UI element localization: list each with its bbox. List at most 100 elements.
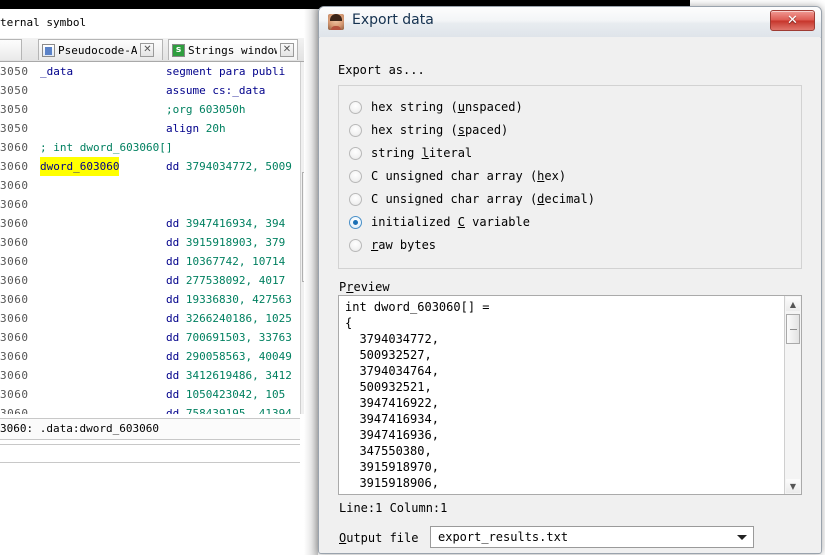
disassembly-line[interactable]: 3050 ;org 603050h — [0, 100, 318, 119]
disassembly-line[interactable]: 3060 dd 700691503, 33763 — [0, 328, 318, 347]
ida-tab-bar: ✕ Pseudocode-A ✕ s Strings window ✕ — [0, 38, 320, 62]
line-code: dd 277538092, 4017 — [166, 274, 286, 287]
radio-option-4[interactable]: C unsigned char array (decimal) — [349, 188, 595, 210]
line-code: dd 290058563, 40049 — [166, 350, 292, 363]
radio-button[interactable] — [349, 169, 362, 183]
chevron-down-icon[interactable] — [737, 535, 747, 540]
line-code: dd 3412619486, 3412 — [166, 369, 292, 382]
line-code: dd 3794034772, 5009 — [166, 160, 292, 173]
line-address: 3060 — [0, 388, 29, 401]
preview-text: int dword_603060[] = { 3794034772, 50093… — [345, 300, 490, 494]
line-label: ; int dword_603060[] — [40, 141, 173, 154]
window-edge-shadow — [304, 9, 318, 555]
preview-pane[interactable]: int dword_603060[] = { 3794034772, 50093… — [338, 295, 802, 495]
line-code: dd 19336830, 427563 — [166, 293, 292, 306]
preview-scrollbar[interactable]: ▲ ▼ — [784, 296, 801, 494]
radio-button[interactable] — [349, 146, 362, 160]
scroll-up-icon[interactable]: ▲ — [786, 297, 800, 311]
tab-close-icon[interactable]: ✕ — [140, 43, 155, 57]
disassembly-listing[interactable]: 3050 _data segment para publi 3050 assume cs… — [0, 62, 318, 414]
radio-option-2[interactable]: string literal — [349, 142, 472, 164]
line-code: segment para publi — [166, 65, 286, 78]
output-file-combobox[interactable]: export_results.txt — [430, 526, 754, 548]
strings-icon: s — [172, 43, 185, 57]
document-icon — [42, 43, 55, 57]
disassembly-line[interactable]: 3060 dd 3947416934, 394 — [0, 214, 318, 233]
output-file-value: export_results.txt — [438, 530, 569, 544]
disassembly-line[interactable]: 3050 assume cs:_data — [0, 81, 318, 100]
divider — [0, 444, 300, 445]
line-address: 3050 — [0, 103, 29, 116]
output-file-label: Output file — [339, 531, 418, 545]
tab-overflow[interactable]: ✕ — [0, 39, 22, 60]
line-address: 3050 — [0, 84, 29, 97]
disassembly-line[interactable]: 3060 dd 3266240186, 1025 — [0, 309, 318, 328]
line-address: 3060 — [0, 217, 29, 230]
radio-button[interactable] — [349, 192, 362, 206]
radio-option-3[interactable]: C unsigned char array (hex) — [349, 165, 566, 187]
dialog-titlebar[interactable]: Export data ✕ — [319, 7, 821, 38]
line-code: dd 3947416934, 394 — [166, 217, 286, 230]
export-data-dialog: Export data ✕ Export as... hex string (u… — [318, 6, 822, 554]
scroll-down-icon[interactable]: ▼ — [786, 479, 800, 493]
tab-label: Strings window — [188, 43, 277, 57]
disassembly-line[interactable]: 3050 _data segment para publi — [0, 62, 318, 81]
radio-option-label: C unsigned char array (hex) — [371, 169, 567, 183]
line-code: dd 3915918903, 379 — [166, 236, 286, 249]
disassembly-line[interactable]: 3060 dd 758439195, 41394 — [0, 404, 318, 414]
line-code: align 20h — [166, 122, 226, 135]
radio-button[interactable] — [349, 123, 362, 137]
line-address: 3060 — [0, 407, 29, 414]
radio-option-6[interactable]: raw bytes — [349, 234, 436, 256]
line-code: ;org 603050h — [166, 103, 246, 116]
radio-option-1[interactable]: hex string (spaced) — [349, 119, 508, 141]
disassembly-line[interactable]: 3060 dd 277538092, 4017 — [0, 271, 318, 290]
dialog-title: Export data — [352, 12, 434, 28]
scrollbar-thumb[interactable] — [786, 314, 800, 344]
radio-option-label: initialized C variable — [371, 215, 530, 229]
disassembly-line[interactable]: 3060 dd 19336830, 427563 — [0, 290, 318, 309]
disassembly-line[interactable]: 3060 — [0, 176, 318, 195]
line-address: 3050 — [0, 122, 29, 135]
tab-close-icon[interactable]: ✕ — [280, 43, 294, 57]
disassembly-line[interactable]: 3060 ; int dword_603060[] — [0, 138, 318, 157]
disassembly-line[interactable]: 3060 dword_603060 dd 3794034772, 5009 — [0, 157, 318, 176]
radio-option-0[interactable]: hex string (unspaced) — [349, 96, 523, 118]
line-code: dd 1050423042, 105 — [166, 388, 286, 401]
disassembly-line[interactable]: 3060 dd 3412619486, 3412 — [0, 366, 318, 385]
disassembly-line[interactable]: 3050 align 20h — [0, 119, 318, 138]
radio-button[interactable] — [349, 238, 362, 252]
line-code: dd 3266240186, 1025 — [166, 312, 292, 325]
radio-option-label: string literal — [371, 146, 473, 160]
export-as-radio-group: hex string (unspaced) hex string (spaced)… — [338, 85, 802, 269]
line-address: 3060 — [0, 198, 29, 211]
radio-option-label: raw bytes — [371, 238, 437, 252]
radio-button-selected[interactable] — [349, 215, 362, 229]
radio-option-5[interactable]: initialized C variable — [349, 211, 530, 233]
line-code: dd 758439195, 41394 — [166, 407, 292, 414]
tab-strings-window[interactable]: s Strings window ✕ — [168, 39, 298, 60]
disassembly-line[interactable]: 3060 dd 10367742, 10714 — [0, 252, 318, 271]
disassembly-line[interactable]: 3060 dd 1050423042, 105 — [0, 385, 318, 404]
export-as-label: Export as... — [338, 63, 425, 77]
app-icon — [328, 14, 344, 30]
ida-status-line: 3060: .data:dword_603060 — [0, 418, 300, 440]
line-address: 3060 — [0, 255, 29, 268]
radio-option-label: C unsigned char array (decimal) — [371, 192, 595, 206]
disassembly-line[interactable]: 3060 dd 3915918903, 379 — [0, 233, 318, 252]
preview-label: Preview — [339, 280, 390, 294]
disassembly-line[interactable]: 3060 dd 290058563, 40049 — [0, 347, 318, 366]
tab-label: Pseudocode-A — [58, 43, 138, 57]
disassembly-line[interactable]: 3060 — [0, 195, 318, 214]
close-icon[interactable]: ✕ — [770, 10, 815, 31]
line-address: 3060 — [0, 274, 29, 287]
line-address: 3060 — [0, 293, 29, 306]
divider — [0, 462, 300, 463]
line-address: 3060 — [0, 141, 29, 154]
tab-pseudocode-a[interactable]: Pseudocode-A ✕ — [38, 39, 163, 60]
radio-button[interactable] — [349, 100, 362, 114]
preview-label-post: eview — [353, 280, 390, 294]
line-address: 3060 — [0, 331, 29, 344]
line-code: dd 700691503, 33763 — [166, 331, 292, 344]
line-address: 3060 — [0, 312, 29, 325]
